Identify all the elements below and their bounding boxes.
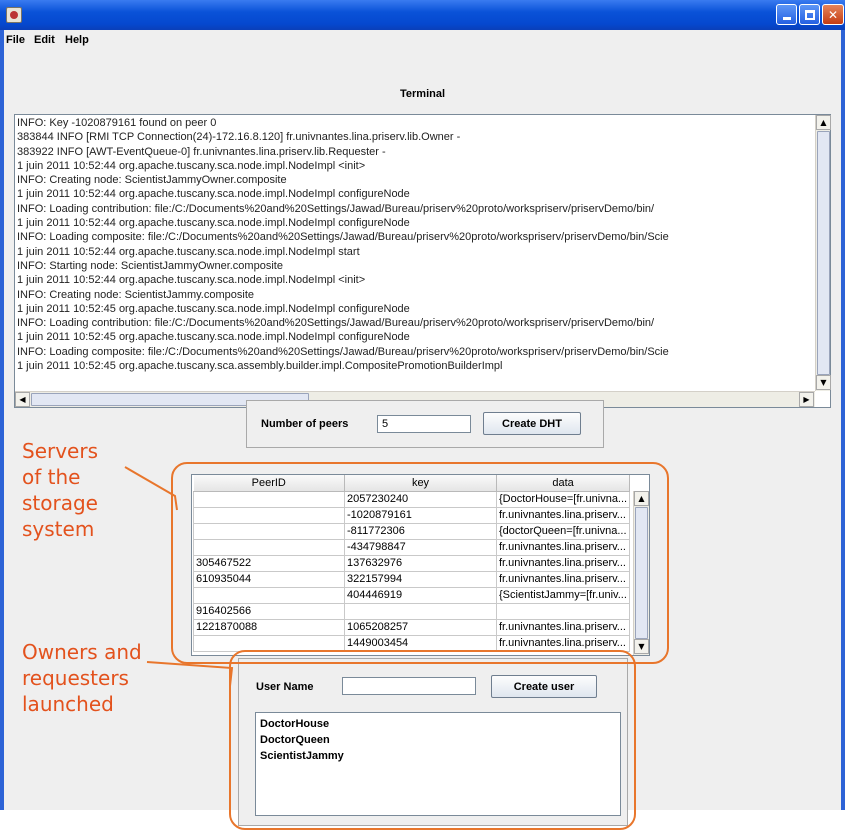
servers-annotation: Servers of the storage system xyxy=(22,438,98,542)
create-dht-button[interactable]: Create DHT xyxy=(483,412,581,435)
terminal-line: INFO: Creating node: ScientistJammy.comp… xyxy=(17,288,254,301)
terminal-line: INFO: Creating node: ScientistJammyOwner… xyxy=(17,174,287,187)
terminal-line: INFO: Starting node: ScientistJammyOwner… xyxy=(17,259,283,272)
number-of-peers-input[interactable]: 5 xyxy=(377,415,471,433)
scroll-right-arrow-icon[interactable]: ▶ xyxy=(799,392,814,407)
menu-help[interactable]: Help xyxy=(65,34,89,46)
scroll-left-arrow-icon[interactable]: ◀ xyxy=(15,392,30,407)
owners-highlight-box xyxy=(229,650,636,830)
maximize-button[interactable] xyxy=(799,4,820,25)
terminal-line: INFO: Loading composite: file:/C:/Docume… xyxy=(17,345,669,358)
app-window: ✕ File Edit Help Terminal INFO: Key -102… xyxy=(0,0,845,830)
terminal-vertical-scrollbar[interactable]: ▲ ▼ xyxy=(815,115,831,391)
terminal-line: 1 juin 2011 10:52:45 org.apache.tuscany.… xyxy=(17,360,503,372)
terminal-line: 1 juin 2011 10:52:44 org.apache.tuscany.… xyxy=(17,245,360,258)
terminal-line: INFO: Key -1020879161 found on peer 0 xyxy=(17,117,217,129)
close-button[interactable]: ✕ xyxy=(822,4,844,25)
terminal-line: 1 juin 2011 10:52:45 org.apache.tuscany.… xyxy=(17,331,410,344)
annotation-line: Owners and xyxy=(22,640,142,664)
maximize-icon xyxy=(804,9,815,20)
annotation-line: requesters xyxy=(22,666,129,690)
dht-panel: Number of peers 5 Create DHT xyxy=(246,400,604,448)
number-of-peers-label: Number of peers xyxy=(261,418,349,430)
scroll-thumb[interactable] xyxy=(817,131,830,375)
terminal-line: INFO: Loading contribution: file:/C:/Doc… xyxy=(17,202,655,215)
scroll-up-arrow-icon[interactable]: ▲ xyxy=(816,115,831,130)
terminal-line: 383844 INFO [RMI TCP Connection(24)-172.… xyxy=(17,131,461,144)
terminal-line: 1 juin 2011 10:52:44 org.apache.tuscany.… xyxy=(17,188,410,201)
terminal-line: 383922 INFO [AWT-EventQueue-0] fr.univna… xyxy=(17,145,386,158)
terminal-line: 1 juin 2011 10:52:44 org.apache.tuscany.… xyxy=(17,217,410,230)
close-icon: ✕ xyxy=(827,7,839,22)
terminal-log: INFO: Key -1020879161 found on peer 0 383… xyxy=(17,116,811,372)
terminal-title: Terminal xyxy=(399,88,446,100)
title-bar[interactable]: ✕ xyxy=(0,0,845,30)
menu-file[interactable]: File xyxy=(6,34,25,46)
servers-highlight-box xyxy=(171,462,669,664)
annotation-line: of the xyxy=(22,465,81,489)
annotation-line: Servers xyxy=(22,439,99,463)
terminal-line: INFO: Loading composite: file:/C:/Docume… xyxy=(17,231,669,244)
minimize-button[interactable] xyxy=(776,4,797,25)
owners-annotation: Owners and requesters launched xyxy=(22,639,142,717)
java-app-icon xyxy=(6,7,22,23)
terminal-line: 1 juin 2011 10:52:44 org.apache.tuscany.… xyxy=(17,274,366,287)
annotation-line: storage xyxy=(22,491,98,515)
annotation-line: system xyxy=(22,517,95,541)
terminal-line: INFO: Loading contribution: file:/C:/Doc… xyxy=(17,317,655,330)
menu-bar: File Edit Help xyxy=(4,30,841,52)
minimize-icon xyxy=(782,17,791,20)
menu-edit[interactable]: Edit xyxy=(34,34,55,46)
scroll-down-arrow-icon[interactable]: ▼ xyxy=(816,375,831,390)
terminal-textarea[interactable]: INFO: Key -1020879161 found on peer 0 383… xyxy=(14,114,831,408)
terminal-line: 1 juin 2011 10:52:44 org.apache.tuscany.… xyxy=(17,159,366,172)
terminal-line: 1 juin 2011 10:52:45 org.apache.tuscany.… xyxy=(17,302,410,315)
annotation-line: launched xyxy=(22,692,114,716)
